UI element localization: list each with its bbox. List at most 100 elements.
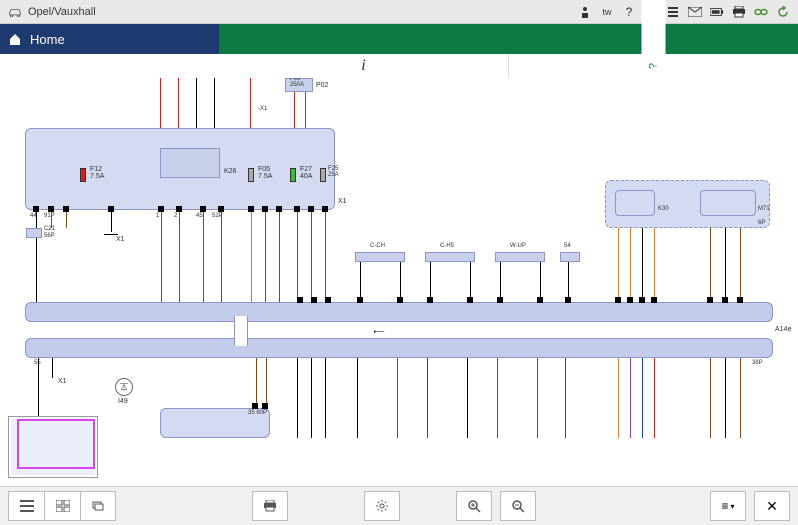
zoom-out-button[interactable] (500, 491, 536, 521)
home-button[interactable]: Home (0, 24, 219, 54)
pin-label: 2 (174, 213, 177, 219)
print-icon[interactable] (732, 5, 746, 19)
relay-k30 (615, 190, 655, 216)
pin (262, 403, 268, 409)
wire (540, 262, 541, 302)
list-view-button[interactable] (8, 491, 44, 521)
car-icon (8, 7, 22, 17)
wire (630, 358, 631, 438)
layers-button[interactable] (80, 491, 116, 521)
bus-top (25, 302, 773, 322)
wire (294, 92, 295, 128)
wire (214, 78, 215, 128)
pin-label: 55 (34, 360, 41, 366)
wire (497, 358, 498, 438)
refresh-icon[interactable] (776, 5, 790, 19)
pin (297, 297, 303, 303)
pin (325, 297, 331, 303)
wire (740, 228, 741, 302)
label-i49: I49 (118, 398, 128, 405)
pin (707, 297, 713, 303)
fuse-f05 (248, 168, 254, 182)
minimap-viewport[interactable] (17, 419, 95, 469)
home-label: Home (30, 32, 65, 47)
connector-c21 (26, 228, 42, 238)
wire (568, 262, 569, 302)
wiring-diagram: P02 F03250A F127.5A F057.5A F2740A F2525… (0, 78, 798, 486)
motor-wup (495, 252, 545, 262)
minimap[interactable] (8, 416, 98, 478)
motor-54 (560, 252, 580, 262)
battery-icon[interactable] (710, 5, 724, 19)
pin (627, 297, 633, 303)
wire (250, 78, 251, 128)
info-tab[interactable]: i (219, 54, 509, 78)
label-f12: F127.5A (90, 166, 104, 180)
close-button[interactable]: ✕ (754, 491, 790, 521)
label-p02: P02 (316, 82, 328, 89)
pin (615, 297, 621, 303)
ground-i49: ⏄ (115, 378, 133, 396)
wire (325, 212, 326, 302)
help-icon[interactable]: ? (622, 5, 636, 19)
label-cch: C-CH (370, 243, 385, 249)
wire (111, 212, 112, 232)
label-54: 54 (564, 243, 571, 249)
wire (654, 358, 655, 438)
wire (618, 228, 619, 302)
subnav-spacer (0, 54, 219, 78)
menu-button[interactable]: ≡▾ (710, 491, 746, 521)
label-f03: F03250A (290, 78, 304, 88)
label-f05: F057.5A (258, 166, 272, 180)
bus-current-icon: ⟵ (370, 322, 388, 340)
wire (305, 92, 306, 128)
wire (36, 212, 37, 302)
mail-icon[interactable] (688, 5, 702, 19)
label-f25: F2525A (328, 166, 339, 178)
link-icon[interactable] (754, 5, 768, 19)
fuse-f25 (320, 168, 326, 182)
label-ch5: C-H5 (440, 243, 454, 249)
wire (400, 262, 401, 302)
grid-view-button[interactable] (44, 491, 80, 521)
pin (252, 403, 258, 409)
wire (178, 78, 179, 128)
label-c21: C21 (44, 226, 55, 232)
wire (311, 358, 312, 438)
pin-label: 45 (196, 213, 203, 219)
wire (52, 358, 53, 378)
wire (251, 212, 252, 302)
wire (221, 212, 222, 302)
wire (266, 358, 267, 403)
module-m71 (700, 190, 756, 216)
wire (279, 212, 280, 302)
wire (470, 262, 471, 302)
pin (427, 297, 433, 303)
wire (725, 358, 726, 438)
wire (196, 78, 197, 128)
label-x1: X1 (116, 236, 125, 243)
zoom-in-button[interactable] (456, 491, 492, 521)
print-button[interactable] (252, 491, 288, 521)
list-icon[interactable] (666, 5, 680, 19)
label-m71: M71 (758, 206, 770, 212)
diagram-canvas[interactable]: P02 F03250A F127.5A F057.5A F2740A F2525… (0, 78, 798, 486)
pin (311, 297, 317, 303)
view-buttons (8, 491, 116, 521)
pin-label: 38P (752, 360, 763, 366)
settings-button[interactable] (364, 491, 400, 521)
label-k30: K30 (658, 206, 669, 212)
home-icon (8, 32, 22, 46)
wire (161, 212, 162, 302)
wire (740, 358, 741, 438)
pin (537, 297, 543, 303)
label-x1-top: -X1 (258, 106, 267, 112)
label-a14e: A14e (775, 326, 791, 333)
user-icon[interactable] (578, 5, 592, 19)
sub-nav: i ? (0, 54, 798, 78)
bus-bottom (25, 338, 773, 358)
label-k26: K26 (224, 168, 236, 175)
wire (710, 228, 711, 302)
wire (500, 262, 501, 302)
relay-k26 (160, 148, 220, 178)
